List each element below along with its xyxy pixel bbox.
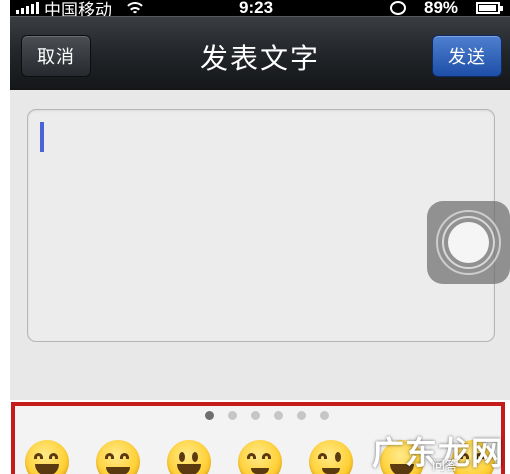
page-dot[interactable] [274, 411, 283, 420]
smiley-face-icon[interactable] [167, 440, 211, 474]
text-caret [40, 122, 44, 152]
page-dot[interactable] [251, 411, 260, 420]
compose-text-input[interactable] [27, 109, 495, 342]
page-dot[interactable] [297, 411, 306, 420]
emoji-page-indicator[interactable] [15, 411, 501, 420]
smiling-face-icon[interactable] [96, 440, 140, 474]
screen: 中国移动 9:23 89% 取消 发表文字 发送 广东龙网 问答 [0, 0, 510, 474]
rotation-lock-icon [390, 1, 406, 15]
battery-icon [476, 2, 503, 14]
send-button[interactable]: 发送 [432, 35, 502, 77]
page-dot[interactable] [205, 411, 214, 420]
page-dot[interactable] [320, 411, 329, 420]
relaxed-face-icon[interactable] [238, 440, 282, 474]
assistive-touch-button[interactable] [427, 201, 510, 284]
watermark-subtitle: 问答 [432, 458, 459, 473]
status-bar: 中国移动 9:23 89% [10, 0, 510, 16]
signal-strength-icon [16, 2, 39, 14]
clock: 9:23 [239, 0, 274, 16]
navigation-bar: 取消 发表文字 发送 [10, 16, 510, 90]
carrier-name: 中国移动 [44, 0, 112, 17]
wifi-icon [124, 1, 146, 15]
winking-face-icon[interactable] [309, 440, 353, 474]
battery-percent: 89% [424, 0, 459, 16]
grinning-face-icon[interactable] [25, 440, 69, 474]
page-dot[interactable] [228, 411, 237, 420]
